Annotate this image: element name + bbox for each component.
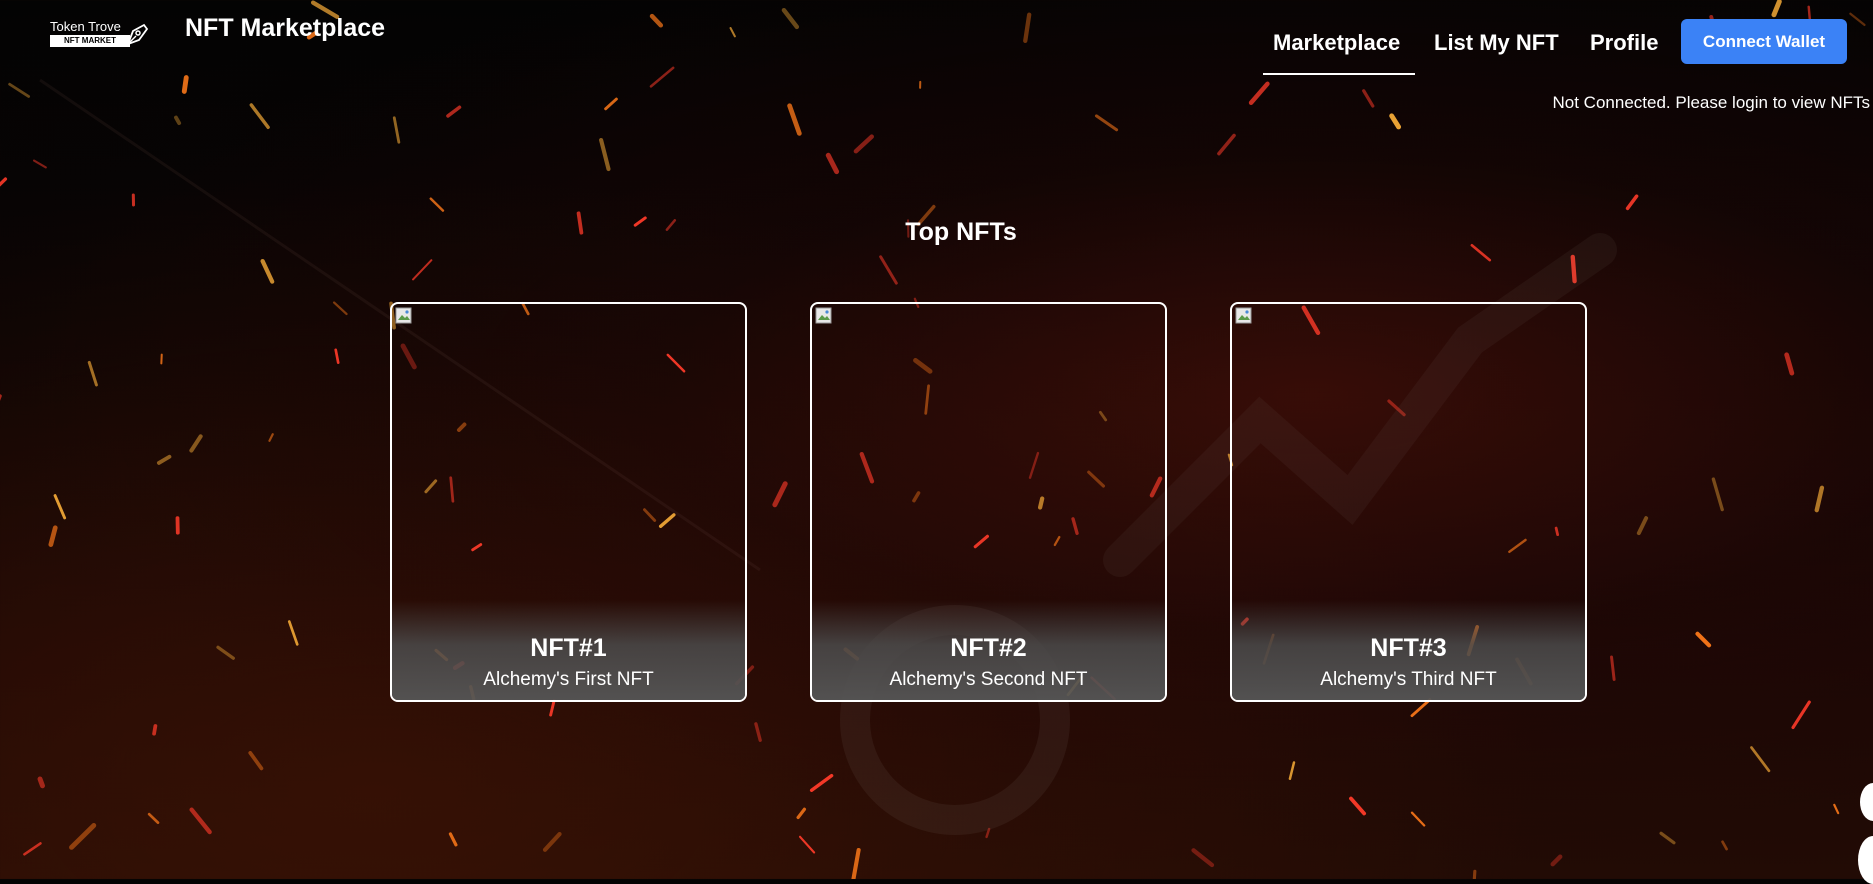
floating-widget-edge [1858,836,1873,884]
nft-name: NFT#1 [392,634,745,663]
nav-profile[interactable]: Profile [1590,30,1658,56]
nav-active-indicator [1263,73,1415,75]
broken-image-icon [815,307,833,325]
nft-description: Alchemy's First NFT [392,669,745,691]
pen-nib-icon [120,20,150,50]
nft-description: Alchemy's Second NFT [812,669,1165,691]
nft-name: NFT#3 [1232,634,1585,663]
nft-name: NFT#2 [812,634,1165,663]
site-title[interactable]: NFT Marketplace [185,14,385,43]
broken-image-icon [395,307,413,325]
logo-text: Token Trove [50,19,121,34]
connection-status: Not Connected. Please login to view NFTs [1553,93,1871,113]
logo-subtext: NFT MARKET [50,35,130,47]
nft-description: Alchemy's Third NFT [1232,669,1585,691]
nft-card[interactable]: NFT#3 Alchemy's Third NFT [1230,302,1587,702]
broken-image-icon [1235,307,1253,325]
nft-card[interactable]: NFT#1 Alchemy's First NFT [390,302,747,702]
nav-marketplace[interactable]: Marketplace [1273,30,1400,56]
floating-widget-edge [1860,783,1873,821]
nft-card[interactable]: NFT#2 Alchemy's Second NFT [810,302,1167,702]
connect-wallet-button[interactable]: Connect Wallet [1681,19,1847,64]
site-logo[interactable]: Token Trove NFT MARKET [48,18,152,54]
section-title: Top NFTs [0,218,1873,247]
nav-list-my-nft[interactable]: List My NFT [1434,30,1559,56]
